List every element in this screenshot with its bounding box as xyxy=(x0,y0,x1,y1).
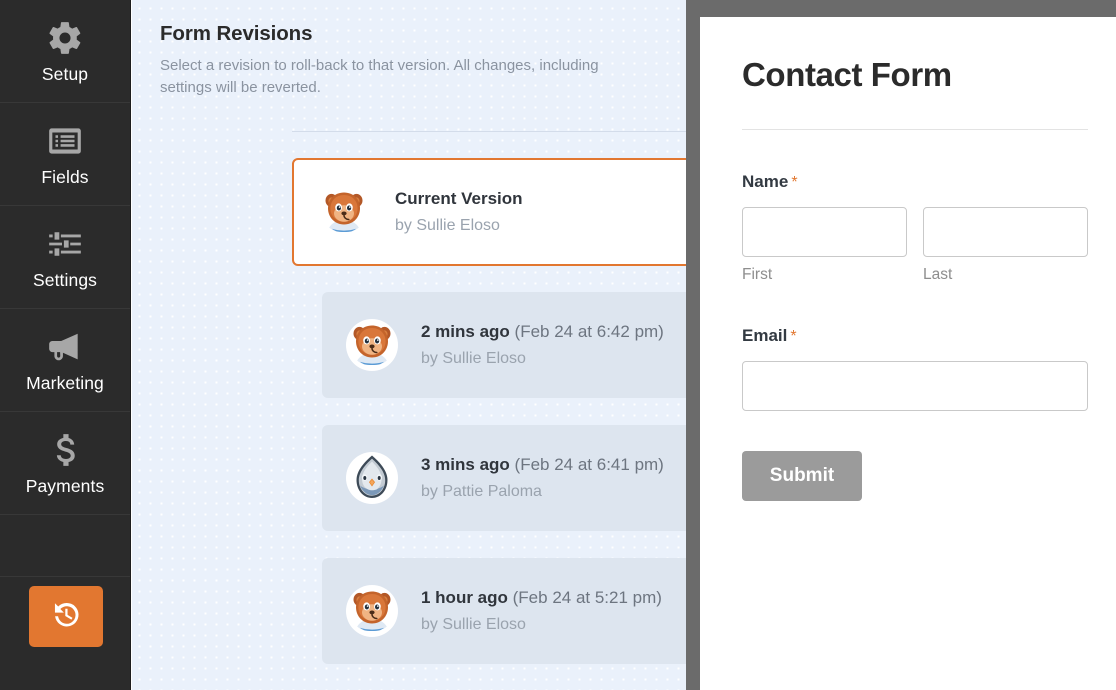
megaphone-icon xyxy=(46,328,84,366)
panel-header: Form Revisions Select a revision to roll… xyxy=(132,0,686,99)
last-name-wrap: Last xyxy=(923,207,1088,284)
sidebar-item-payments[interactable]: Payments xyxy=(0,412,130,515)
list-item[interactable]: 2 mins ago (Feb 24 at 6:42 pm) by Sullie… xyxy=(322,292,686,398)
form-preview-panel: Contact Form Name * First Last Email * S… xyxy=(700,17,1116,690)
sidebar-item-label: Settings xyxy=(32,269,98,290)
sidebar-item-label: Payments xyxy=(25,475,105,496)
sidebar-item-settings[interactable]: Settings xyxy=(0,206,130,309)
bear-avatar xyxy=(346,319,398,371)
revision-list: 2 mins ago (Feb 24 at 6:42 pm) by Sullie… xyxy=(322,292,686,690)
form-preview-body: Contact Form Name * First Last Email * S… xyxy=(700,17,1116,502)
first-name-wrap: First xyxy=(742,207,907,284)
left-sidebar: Setup Fields Settings Marketing Payments xyxy=(0,0,131,690)
last-name-sublabel: Last xyxy=(923,266,953,284)
field-label-text: Email xyxy=(742,326,788,346)
page-title: Form Revisions xyxy=(160,22,313,45)
required-marker: * xyxy=(790,328,797,346)
field-label-text: Name xyxy=(742,172,789,192)
revision-text-block: 1 hour ago (Feb 24 at 5:21 pm) by Sullie… xyxy=(421,587,662,634)
revision-text-block: Current Version by Sullie Eloso xyxy=(395,188,523,235)
revision-author: by Sullie Eloso xyxy=(421,349,526,367)
revision-author: by Sullie Eloso xyxy=(421,615,526,633)
submit-button[interactable]: Submit xyxy=(742,451,862,502)
field-label-name: Name * xyxy=(742,172,1088,192)
revision-title: Current Version xyxy=(395,189,523,209)
bear-avatar xyxy=(346,585,398,637)
sidebar-item-label: Setup xyxy=(41,63,89,84)
sliders-icon xyxy=(46,225,84,263)
dollar-icon xyxy=(46,431,84,469)
revisions-toggle-button[interactable] xyxy=(29,586,103,647)
form-revisions-panel: Form Revisions Select a revision to roll… xyxy=(132,0,686,690)
list-item[interactable]: 3 mins ago (Feb 24 at 6:41 pm) by Pattie… xyxy=(322,425,686,531)
sidebar-item-marketing[interactable]: Marketing xyxy=(0,309,130,412)
pigeon-avatar xyxy=(346,452,398,504)
panel-description: Select a revision to roll-back to that v… xyxy=(160,57,599,96)
bear-avatar xyxy=(318,186,370,238)
history-revert-icon xyxy=(49,597,83,636)
revision-author: by Pattie Paloma xyxy=(421,482,542,500)
name-inputs-row: First Last xyxy=(742,207,1088,284)
revision-text-block: 2 mins ago (Feb 24 at 6:42 pm) by Sullie… xyxy=(421,321,664,368)
revision-text-block: 3 mins ago (Feb 24 at 6:41 pm) by Pattie… xyxy=(421,454,664,501)
form-title-divider xyxy=(742,129,1088,131)
sidebar-item-fields[interactable]: Fields xyxy=(0,103,130,206)
first-name-input[interactable] xyxy=(742,207,907,258)
revision-absolute-date: (Feb 24 at 6:42 pm) xyxy=(514,322,664,342)
revision-absolute-date: (Feb 24 at 6:41 pm) xyxy=(514,455,664,475)
form-builder-screen: Setup Fields Settings Marketing Payments xyxy=(0,0,1116,690)
revision-relative-time: 2 mins ago xyxy=(421,322,510,342)
form-title: Contact Form xyxy=(742,56,952,93)
first-name-sublabel: First xyxy=(742,266,773,284)
last-name-input[interactable] xyxy=(923,207,1088,258)
revision-absolute-date: (Feb 24 at 5:21 pm) xyxy=(512,588,662,608)
sidebar-item-setup[interactable]: Setup xyxy=(0,0,130,103)
sidebar-item-label: Marketing xyxy=(26,372,104,393)
revision-relative-time: 1 hour ago xyxy=(421,588,508,608)
list-icon xyxy=(46,122,84,160)
sidebar-item-label: Fields xyxy=(41,166,89,187)
revision-title: 2 mins ago (Feb 24 at 6:42 pm) xyxy=(421,321,664,342)
field-name: Name * First Last xyxy=(742,172,1088,284)
field-label-email: Email * xyxy=(742,326,1088,346)
revision-title: 3 mins ago (Feb 24 at 6:41 pm) xyxy=(421,454,664,475)
revision-relative-time: 3 mins ago xyxy=(421,455,510,475)
revision-current-version[interactable]: Current Version by Sullie Eloso xyxy=(292,158,686,266)
gear-icon xyxy=(46,19,84,57)
email-input[interactable] xyxy=(742,361,1088,412)
required-marker: * xyxy=(791,174,798,192)
list-item[interactable]: 1 hour ago (Feb 24 at 5:21 pm) by Sullie… xyxy=(322,558,686,664)
sidebar-spacer xyxy=(0,515,130,577)
revision-title: 1 hour ago (Feb 24 at 5:21 pm) xyxy=(421,587,662,608)
header-divider xyxy=(292,131,686,132)
field-email: Email * xyxy=(742,326,1088,412)
revision-author: by Sullie Eloso xyxy=(395,216,500,234)
